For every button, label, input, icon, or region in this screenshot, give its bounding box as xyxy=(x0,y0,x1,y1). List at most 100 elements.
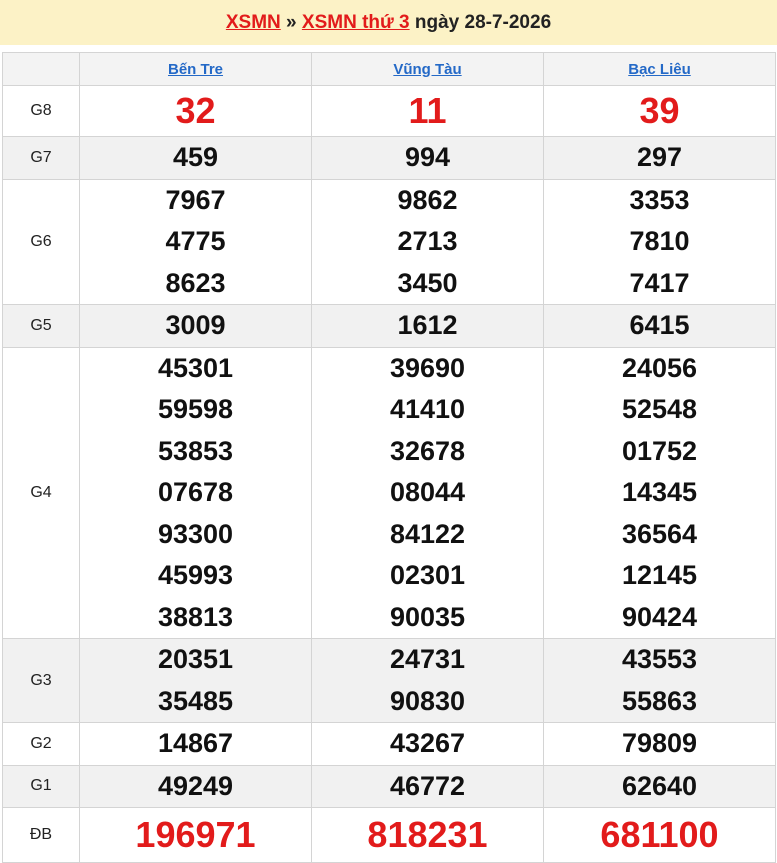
prize-label: ĐB xyxy=(2,807,80,863)
prize-number: 14345 xyxy=(621,477,698,507)
province-link-bac-lieu[interactable]: Bạc Liêu xyxy=(628,61,691,78)
prize-cell: 49249 xyxy=(79,764,312,808)
prize-cell: 24056 52548 01752 14345 36564 12145 90424 xyxy=(543,346,776,639)
prize-cell: 24731 90830 xyxy=(311,638,544,723)
prize-cell: 7967 4775 8623 xyxy=(79,178,312,305)
prize-cell: 45301 59598 53853 07678 93300 45993 38813 xyxy=(79,346,312,639)
prize-number: 24056 xyxy=(621,352,698,383)
corner-cell xyxy=(2,52,80,86)
prize-cell: 297 xyxy=(543,136,776,180)
prize-cell: 43553 55863 xyxy=(543,638,776,723)
xsmn-link[interactable]: XSMN xyxy=(226,12,281,33)
province-header: Bạc Liêu xyxy=(543,52,776,86)
prize-cell: 32 xyxy=(79,85,312,137)
province-header-row: Bến Tre Vũng Tàu Bạc Liêu xyxy=(2,52,776,86)
prize-cell: 459 xyxy=(79,136,312,180)
prize-cell: 11 xyxy=(311,85,544,137)
province-link-ben-tre[interactable]: Bến Tre xyxy=(168,61,223,78)
prize-number: 2713 xyxy=(397,226,458,256)
prize-label: G7 xyxy=(2,136,80,180)
prize-row-g7: G7 459 994 297 xyxy=(2,136,776,180)
prize-cell: 6415 xyxy=(543,304,776,348)
prize-number: 297 xyxy=(636,142,683,172)
prize-number: 818231 xyxy=(367,814,488,855)
breadcrumb-separator: » xyxy=(280,12,302,33)
prize-number: 62640 xyxy=(621,770,698,801)
prize-number: 46772 xyxy=(389,770,466,801)
prize-number: 43553 xyxy=(621,644,698,674)
prize-label: G6 xyxy=(2,178,80,305)
prize-number: 196971 xyxy=(135,814,256,855)
prize-number: 7810 xyxy=(629,226,690,256)
prize-label: G1 xyxy=(2,764,80,808)
prize-number: 02301 xyxy=(389,560,466,590)
prize-number: 07678 xyxy=(157,477,234,507)
prize-cell: 14867 xyxy=(79,722,312,766)
prize-rows: G8 32 11 39 G7 459 994 297 G6 7967 4775 8623 9862 271… xyxy=(2,85,776,863)
prize-cell: 46772 xyxy=(311,764,544,808)
prize-number: 38813 xyxy=(157,601,234,632)
prize-row-g5: G5 3009 1612 6415 xyxy=(2,304,776,348)
prize-number: 20351 xyxy=(157,644,234,674)
prize-row-g4: G4 45301 59598 53853 07678 93300 45993 38813 396… xyxy=(2,346,776,639)
prize-label: G4 xyxy=(2,346,80,639)
prize-number: 3450 xyxy=(397,267,458,298)
prize-number: 49249 xyxy=(157,770,234,801)
prize-number: 90830 xyxy=(389,685,466,716)
prize-cell: 3009 xyxy=(79,304,312,348)
prize-number: 32 xyxy=(175,90,216,131)
prize-row-đb: ĐB 196971 818231 681100 xyxy=(2,807,776,863)
prize-number: 93300 xyxy=(157,518,234,549)
prize-number: 39690 xyxy=(389,352,466,383)
prize-label: G8 xyxy=(2,85,80,137)
prize-number: 12145 xyxy=(621,560,698,590)
prize-label: G5 xyxy=(2,304,80,348)
province-header: Bến Tre xyxy=(79,52,312,86)
xsmn-tuesday-link[interactable]: XSMN thứ 3 xyxy=(302,12,410,33)
prize-row-g1: G1 49249 46772 62640 xyxy=(2,764,776,808)
province-link-vung-tau[interactable]: Vũng Tàu xyxy=(393,61,461,78)
results-table: Bến Tre Vũng Tàu Bạc Liêu G8 32 11 39 G7 459 9… xyxy=(2,52,776,863)
prize-number: 459 xyxy=(172,142,219,172)
prize-label: G3 xyxy=(2,638,80,723)
prize-number: 52548 xyxy=(621,394,698,424)
prize-number: 7417 xyxy=(629,267,690,298)
prize-number: 59598 xyxy=(157,394,234,424)
prize-cell: 1612 xyxy=(311,304,544,348)
prize-cell: 79809 xyxy=(543,722,776,766)
prize-number: 14867 xyxy=(157,728,234,758)
prize-cell: 3353 7810 7417 xyxy=(543,178,776,305)
prize-number: 32678 xyxy=(389,435,466,466)
prize-number: 11 xyxy=(408,90,447,131)
prize-number: 08044 xyxy=(389,477,466,507)
province-header: Vũng Tàu xyxy=(311,52,544,86)
prize-number: 45993 xyxy=(157,560,234,590)
prize-cell: 62640 xyxy=(543,764,776,808)
prize-cell: 20351 35485 xyxy=(79,638,312,723)
prize-number: 35485 xyxy=(157,685,234,716)
prize-row-g3: G3 20351 35485 24731 90830 43553 55863 xyxy=(2,638,776,723)
prize-row-g2: G2 14867 43267 79809 xyxy=(2,722,776,766)
prize-number: 43267 xyxy=(389,728,466,758)
prize-number: 41410 xyxy=(389,394,466,424)
prize-row-g8: G8 32 11 39 xyxy=(2,85,776,137)
prize-cell: 39690 41410 32678 08044 84122 02301 90035 xyxy=(311,346,544,639)
prize-number: 39 xyxy=(639,90,680,131)
prize-number: 7967 xyxy=(165,184,226,215)
prize-number: 55863 xyxy=(621,685,698,716)
prize-number: 1612 xyxy=(397,310,458,340)
prize-cell: 9862 2713 3450 xyxy=(311,178,544,305)
prize-number: 9862 xyxy=(397,184,458,215)
prize-number: 01752 xyxy=(621,435,698,466)
prize-number: 45301 xyxy=(157,352,234,383)
prize-cell: 994 xyxy=(311,136,544,180)
page-header: XSMN » XSMN thứ 3 ngày 28-7-2026 xyxy=(0,0,777,45)
prize-number: 4775 xyxy=(165,226,226,256)
prize-number: 79809 xyxy=(621,728,698,758)
prize-number: 3009 xyxy=(165,310,226,340)
prize-number: 8623 xyxy=(165,267,226,298)
prize-number: 681100 xyxy=(600,814,719,855)
prize-row-g6: G6 7967 4775 8623 9862 2713 3450 3353 7810 7417 xyxy=(2,178,776,305)
prize-number: 90424 xyxy=(621,601,698,632)
prize-cell: 681100 xyxy=(543,807,776,863)
